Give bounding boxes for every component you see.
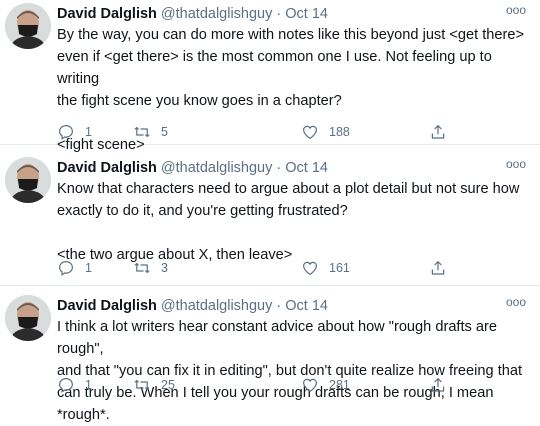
author-name[interactable]: David Dalglish: [57, 160, 157, 176]
reply-count: 1: [85, 261, 92, 275]
like-button[interactable]: 161: [301, 258, 350, 278]
retweet-button[interactable]: 25: [133, 375, 175, 395]
like-count: 161: [329, 261, 350, 275]
like-icon: [303, 125, 317, 140]
avatar[interactable]: [5, 157, 51, 203]
author-handle[interactable]: @thatdalglishguy: [161, 298, 272, 314]
author-handle[interactable]: @thatdalglishguy: [161, 6, 272, 22]
retweet-icon: [134, 262, 150, 274]
tweet-3[interactable]: David Dalglish @thatdalglishguy · Oct 14 oo…: [0, 292, 540, 423]
reply-count: 1: [85, 125, 92, 139]
retweet-button[interactable]: 5: [133, 122, 168, 142]
share-icon: [431, 378, 445, 392]
more-icon[interactable]: ooo: [506, 3, 526, 17]
separator: ·: [276, 298, 282, 314]
like-count: 281: [329, 378, 350, 392]
retweet-icon: [134, 126, 150, 138]
author-name[interactable]: David Dalglish: [57, 298, 157, 314]
tweet-text: I think a lot writers hear constant advi…: [57, 319, 523, 423]
like-icon: [303, 261, 317, 276]
tweet-actions: 1 3 161: [57, 258, 457, 278]
reply-count: 1: [85, 378, 92, 392]
share-icon: [431, 261, 445, 275]
reply-button[interactable]: 1: [57, 375, 92, 395]
retweet-count: 25: [161, 378, 175, 392]
author-handle[interactable]: @thatdalglishguy: [161, 160, 272, 176]
retweet-button[interactable]: 3: [133, 258, 168, 278]
reply-button[interactable]: 1: [57, 258, 92, 278]
more-icon[interactable]: ooo: [506, 295, 526, 309]
tweet-actions: 1 5 188: [57, 122, 457, 142]
share-button[interactable]: [429, 258, 447, 278]
more-icon[interactable]: ooo: [506, 157, 526, 171]
like-button[interactable]: 188: [301, 122, 350, 142]
tweet-2[interactable]: David Dalglish @thatdalglishguy · Oct 14 oo…: [0, 154, 540, 286]
tweet-header: David Dalglish @thatdalglishguy · Oct 14: [57, 4, 328, 24]
share-icon: [431, 125, 445, 139]
retweet-icon: [134, 379, 150, 391]
retweet-count: 5: [161, 125, 168, 139]
like-button[interactable]: 281: [301, 375, 350, 395]
tweet-date[interactable]: Oct 14: [285, 6, 328, 22]
like-icon: [303, 378, 317, 393]
tweet-date[interactable]: Oct 14: [285, 298, 328, 314]
avatar[interactable]: [5, 3, 51, 49]
reply-button[interactable]: 1: [57, 122, 92, 142]
reply-icon: [59, 261, 73, 276]
retweet-count: 3: [161, 261, 168, 275]
separator: ·: [276, 6, 282, 22]
tweet-actions: 1 25 281: [57, 375, 457, 395]
share-button[interactable]: [429, 122, 447, 142]
share-button[interactable]: [429, 375, 447, 395]
tweet-header: David Dalglish @thatdalglishguy · Oct 14: [57, 296, 328, 316]
separator: ·: [276, 160, 282, 176]
avatar[interactable]: [5, 295, 51, 341]
tweet-1[interactable]: David Dalglish @thatdalglishguy · Oct 14 oo…: [0, 0, 540, 153]
tweet-date[interactable]: Oct 14: [285, 160, 328, 176]
reply-icon: [59, 378, 73, 393]
like-count: 188: [329, 125, 350, 139]
reply-icon: [59, 125, 73, 140]
tweet-text: Know that characters need to argue about…: [57, 181, 520, 263]
tweet-header: David Dalglish @thatdalglishguy · Oct 14: [57, 158, 328, 178]
author-name[interactable]: David Dalglish: [57, 6, 157, 22]
